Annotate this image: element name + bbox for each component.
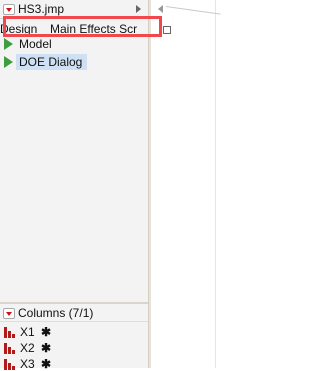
- columns-count-label: Columns (7/1): [18, 306, 94, 320]
- continuous-column-icon: [4, 359, 15, 370]
- column-name: X3: [20, 357, 35, 371]
- column-name: X1: [20, 325, 35, 339]
- asterisk-marker-icon: ✱: [41, 341, 52, 355]
- columns-header: Columns (7/1): [0, 304, 148, 322]
- collapse-left-arrow-icon[interactable]: [158, 5, 163, 13]
- run-script-icon[interactable]: [4, 38, 13, 50]
- checkbox-icon[interactable]: [163, 26, 171, 34]
- expand-right-arrow-icon[interactable]: [136, 5, 141, 13]
- continuous-column-icon: [4, 327, 15, 338]
- script-doe-dialog[interactable]: DOE Dialog: [19, 55, 82, 69]
- run-script-icon[interactable]: [4, 56, 13, 68]
- column-name: X2: [20, 341, 35, 355]
- asterisk-marker-icon: ✱: [41, 325, 52, 339]
- red-triangle-menu-icon[interactable]: [3, 4, 15, 15]
- grid-column-line: [215, 0, 216, 368]
- left-panel: HS3.jmp Design Main Effects Scr Model DO…: [0, 0, 148, 371]
- file-name: HS3.jmp: [18, 2, 65, 16]
- highlight-annotation-box: [3, 16, 162, 37]
- asterisk-marker-icon: ✱: [41, 357, 52, 371]
- continuous-column-icon: [4, 343, 15, 354]
- data-grid-area: [151, 0, 229, 368]
- script-model[interactable]: Model: [19, 37, 52, 51]
- red-triangle-menu-icon[interactable]: [3, 308, 15, 319]
